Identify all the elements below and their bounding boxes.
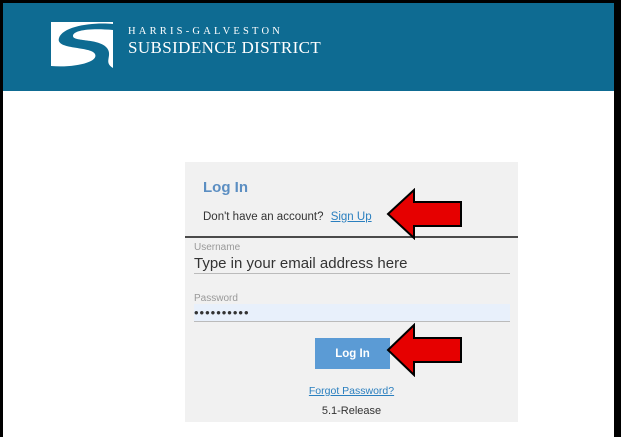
signup-link[interactable]: Sign Up <box>331 211 372 223</box>
red-arrow-icon <box>386 323 462 377</box>
login-title: Log In <box>203 179 248 196</box>
password-input[interactable] <box>194 304 510 322</box>
release-version: 5.1-Release <box>321 405 382 417</box>
red-arrow-icon <box>386 188 462 240</box>
signup-row: Don't have an account? Sign Up <box>203 211 372 223</box>
username-field: Username <box>194 242 510 274</box>
header-banner: HARRIS-GALVESTON SUBSIDENCE DISTRICT <box>3 3 614 91</box>
password-label: Password <box>194 293 238 304</box>
forgot-password-link[interactable]: Forgot Password? <box>185 385 518 397</box>
username-input[interactable] <box>194 253 510 274</box>
page-frame: HARRIS-GALVESTON SUBSIDENCE DISTRICT Log… <box>3 3 614 437</box>
password-field: Password <box>194 293 510 322</box>
login-card: Log In Don't have an account? Sign Up Us… <box>185 162 518 422</box>
brand-line-2: SUBSIDENCE DISTRICT <box>128 38 322 57</box>
s-wave-logo-icon <box>51 22 113 72</box>
signup-prompt: Don't have an account? <box>203 211 324 223</box>
login-button[interactable]: Log In <box>315 338 390 369</box>
brand-line-1: HARRIS-GALVESTON <box>128 26 284 37</box>
username-label: Username <box>194 242 241 253</box>
divider <box>185 236 518 238</box>
